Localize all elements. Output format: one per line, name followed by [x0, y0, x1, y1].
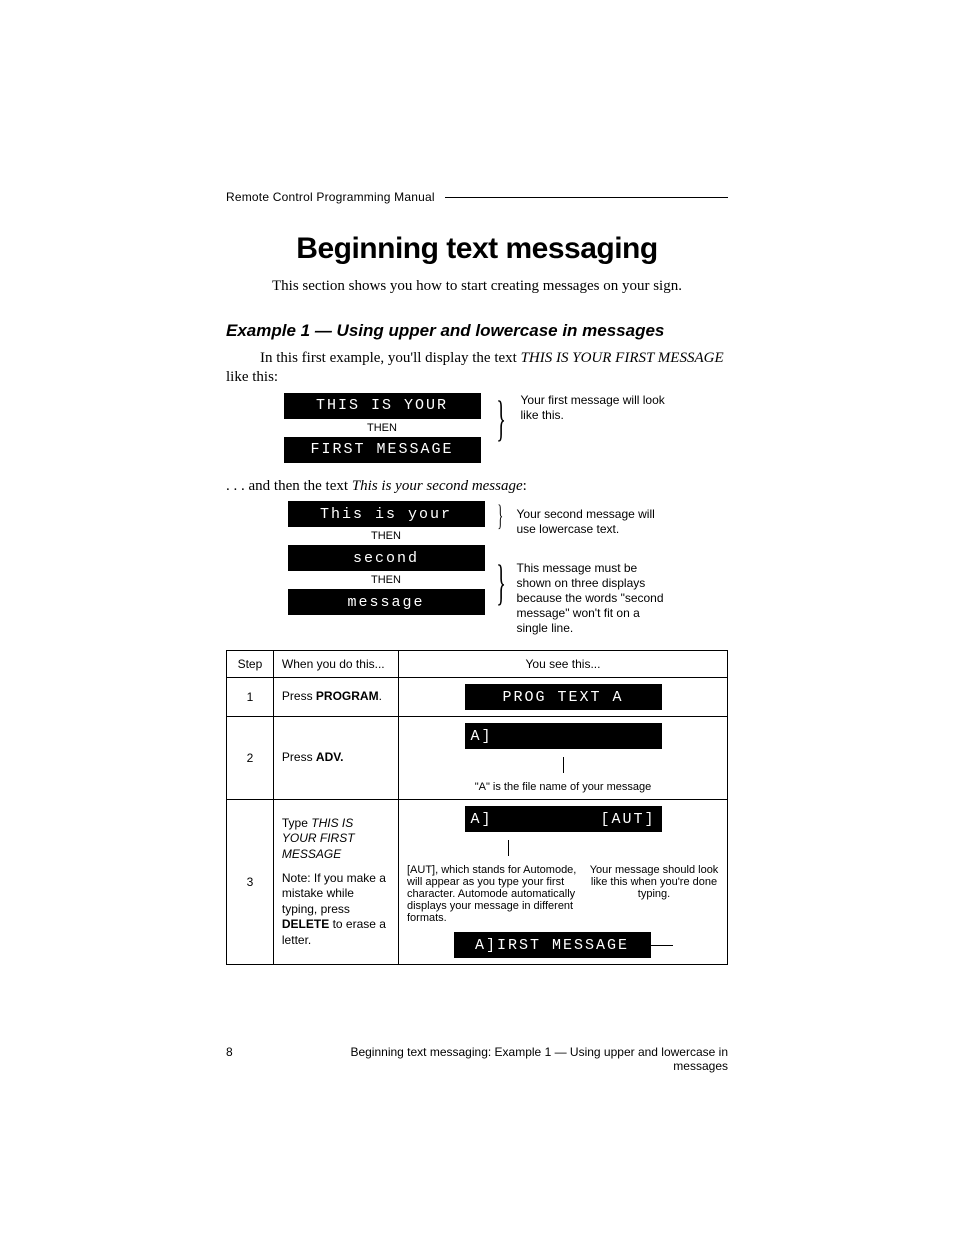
- then-label: THEN: [367, 422, 397, 434]
- sign-display: PROG TEXT A: [465, 684, 662, 710]
- step-number: 3: [227, 800, 274, 965]
- paragraph-2-emphasis: This is your second message: [352, 478, 523, 494]
- paragraph-1-emphasis: THIS IS YOUR FIRST MESSAGE: [521, 350, 724, 366]
- caption: "A" is the file name of your message: [475, 781, 652, 793]
- intro-paragraph: This section shows you how to start crea…: [226, 278, 728, 295]
- footer-text: Beginning text messaging: Example 1 — Us…: [316, 1045, 728, 1073]
- figure-annotation: Your second message will use lowercase t…: [517, 507, 667, 537]
- sign-display: A] [AUT]: [465, 806, 662, 832]
- sign-display: A]IRST MESSAGE: [454, 932, 651, 958]
- figure-annotation: Your first message will look like this.: [521, 393, 671, 423]
- paragraph-1-tail: like this:: [226, 369, 278, 385]
- caption: Your message should look like this when …: [589, 864, 719, 900]
- step-result: A] [AUT] [AUT], which stands for Automod…: [399, 800, 728, 965]
- step-action: Type THIS IS YOUR FIRST MESSAGE Note: If…: [273, 800, 398, 965]
- table-row: 3 Type THIS IS YOUR FIRST MESSAGE Note: …: [227, 800, 728, 965]
- step-result: PROG TEXT A: [399, 678, 728, 717]
- figure-1: THIS IS YOUR THEN FIRST MESSAGE } Your f…: [226, 393, 728, 463]
- sign-display: message: [288, 589, 485, 615]
- steps-header-see: You see this...: [399, 651, 728, 678]
- example-heading: Example 1 — Using upper and lowercase in…: [226, 321, 728, 341]
- then-label: THEN: [371, 530, 401, 542]
- connector-line: [563, 757, 564, 773]
- then-label: THEN: [371, 574, 401, 586]
- step-number: 2: [227, 717, 274, 800]
- step-result: A] "A" is the file name of your message: [399, 717, 728, 800]
- step-number: 1: [227, 678, 274, 717]
- paragraph-2-text: . . . and then the text: [226, 478, 352, 494]
- table-row: 2 Press ADV. A] "A" is the file name of …: [227, 717, 728, 800]
- running-head-text: Remote Control Programming Manual: [226, 190, 435, 204]
- sign-display: second: [288, 545, 485, 571]
- connector-line: [508, 840, 509, 856]
- paragraph-1: In this first example, you'll display th…: [226, 349, 728, 387]
- step-action: Press ADV.: [273, 717, 398, 800]
- page-number: 8: [226, 1045, 316, 1073]
- steps-table: Step When you do this... You see this...…: [226, 650, 728, 965]
- paragraph-2-tail: :: [523, 478, 527, 494]
- running-head-rule: [445, 197, 728, 198]
- sign-display: THIS IS YOUR: [284, 393, 481, 419]
- paragraph-2: . . . and then the text This is your sec…: [226, 477, 728, 496]
- running-head: Remote Control Programming Manual: [226, 190, 728, 204]
- connector-line: [651, 945, 673, 946]
- brace-icon: }: [496, 393, 506, 443]
- brace-icon: }: [496, 557, 506, 607]
- table-row: 1 Press PROGRAM. PROG TEXT A: [227, 678, 728, 717]
- page-title: Beginning text messaging: [226, 232, 728, 266]
- steps-header-step: Step: [227, 651, 274, 678]
- sign-display: FIRST MESSAGE: [284, 437, 481, 463]
- sign-display: A]: [465, 723, 662, 749]
- page-footer: 8 Beginning text messaging: Example 1 — …: [226, 1045, 728, 1073]
- sign-display: This is your: [288, 501, 485, 527]
- steps-header-when: When you do this...: [273, 651, 398, 678]
- figure-2: This is your THEN second THEN message } …: [226, 501, 728, 636]
- caption: [AUT], which stands for Automode, will a…: [407, 864, 577, 924]
- brace-icon: }: [498, 501, 504, 531]
- step-action: Press PROGRAM.: [273, 678, 398, 717]
- figure-annotation: This message must be shown on three disp…: [517, 561, 667, 636]
- paragraph-1-text: In this first example, you'll display th…: [260, 350, 521, 366]
